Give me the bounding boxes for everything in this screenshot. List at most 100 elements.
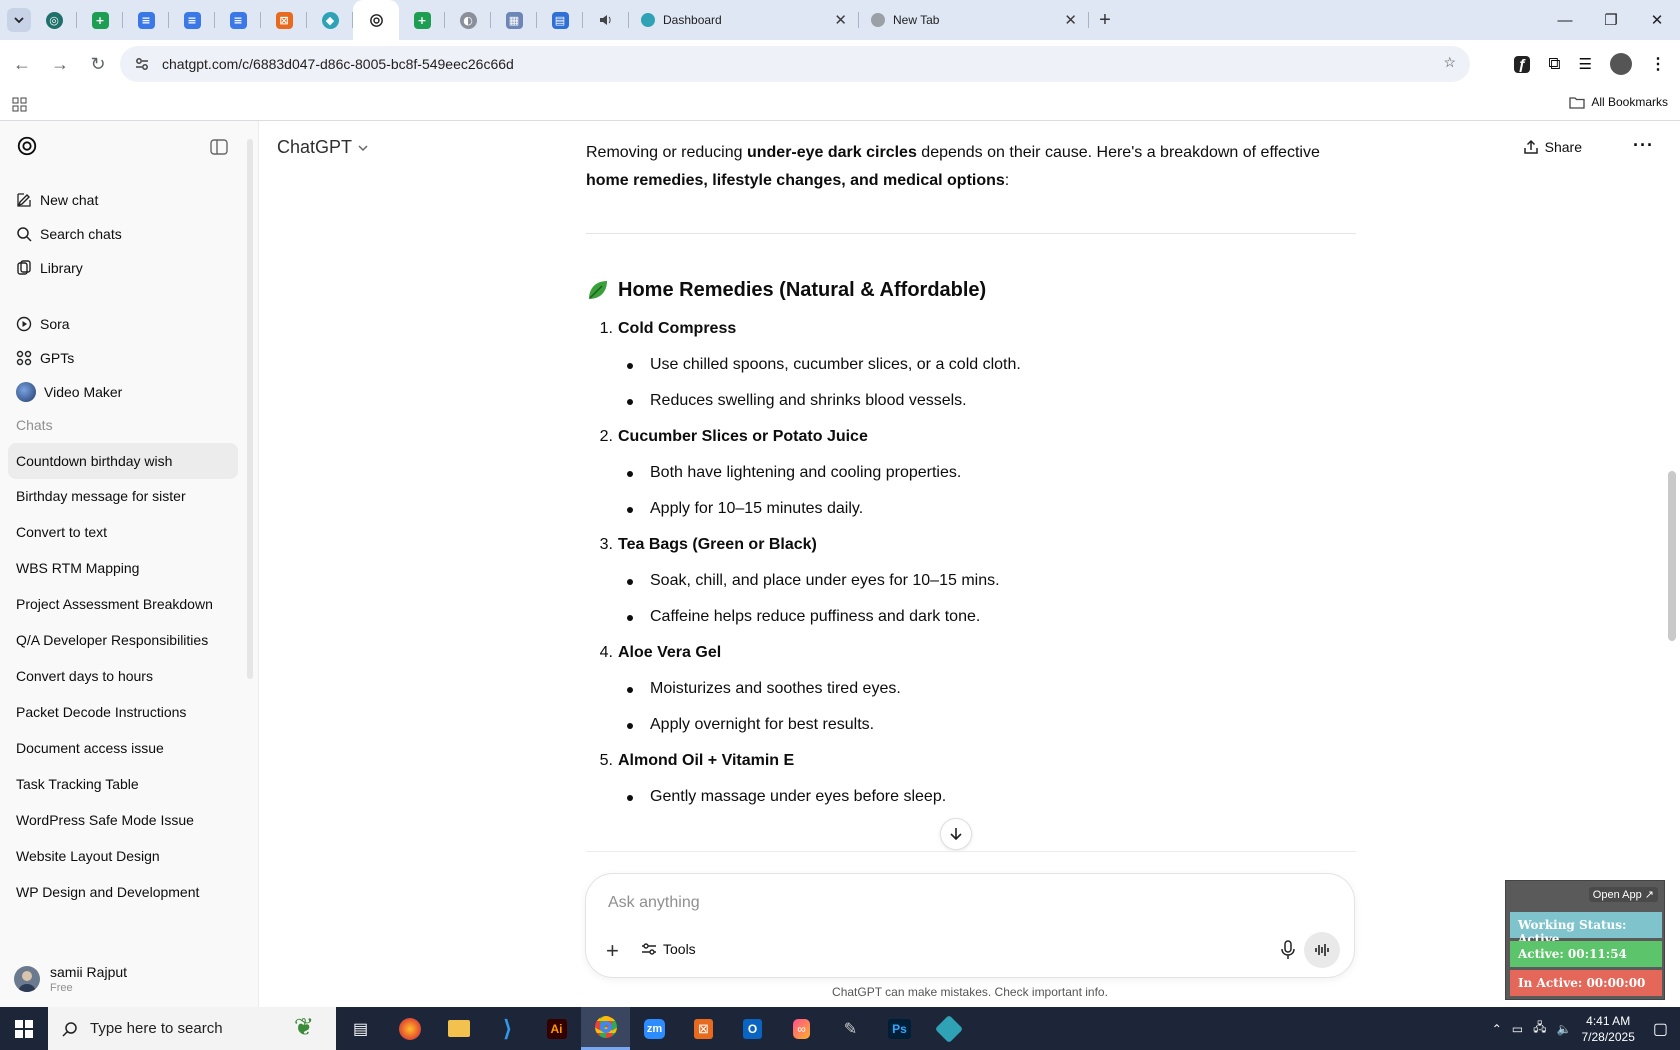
taskbar-file-explorer[interactable] (434, 1007, 483, 1050)
task-view-button[interactable]: ▤ (336, 1007, 385, 1050)
open-app-button[interactable]: Open App ↗ (1588, 887, 1658, 902)
taskbar-pen-tool[interactable]: ✎ (826, 1007, 875, 1050)
chrome-icon (594, 1016, 617, 1038)
taskbar-dashboard-app[interactable] (924, 1007, 973, 1050)
pinned-tab-grid[interactable]: ▦ (491, 0, 537, 40)
pinned-tab-sheets[interactable]: + (77, 0, 123, 40)
back-button[interactable]: ← (6, 48, 38, 80)
taskbar-firefox[interactable] (385, 1007, 434, 1050)
chat-item[interactable]: WP Design and Development (8, 874, 238, 910)
forward-button[interactable]: → (44, 48, 76, 80)
menu-icon[interactable]: ⋮ (1650, 54, 1666, 74)
illustrator-icon: Ai (546, 1018, 567, 1039)
font-extension-icon[interactable]: ƒ (1514, 55, 1531, 73)
display-icon[interactable]: ▭ (1512, 1022, 1523, 1036)
notifications-icon[interactable]: ▢ (1653, 1019, 1668, 1039)
chat-item[interactable]: Convert to text (8, 514, 238, 550)
all-bookmarks-button[interactable]: All Bookmarks (1569, 95, 1668, 109)
pinned-tab-app[interactable]: ⊠ (261, 0, 307, 40)
pinned-tab-docs-1[interactable]: ≡ (123, 0, 169, 40)
sidebar-item-video-maker[interactable]: Video Maker (8, 375, 238, 409)
chat-item[interactable]: Document access issue (8, 730, 238, 766)
tools-button[interactable]: Tools (641, 941, 696, 957)
system-tray: ⌃ ▭ 🖧 🔈 4:41 AM 7/28/2025 ▢ (1492, 1007, 1680, 1050)
clock[interactable]: 4:41 AM 7/28/2025 (1581, 1013, 1634, 1045)
chevron-up-icon[interactable]: ⌃ (1492, 1022, 1502, 1036)
bookmark-star-icon[interactable]: ☆ (1443, 54, 1456, 71)
grid-app-icon: ▦ (505, 11, 523, 29)
sidebar-item-sora[interactable]: Sora (8, 307, 238, 341)
pinned-tab-vpn[interactable]: ◎ (31, 0, 77, 40)
chat-item[interactable]: WordPress Safe Mode Issue (8, 802, 238, 838)
waveform-icon (1315, 944, 1329, 956)
chat-item[interactable]: Q/A Developer Responsibilities (8, 622, 238, 658)
chat-item[interactable]: Task Tracking Table (8, 766, 238, 802)
pinned-tab-audio[interactable] (583, 0, 629, 40)
pinned-tab-forms[interactable]: ▤ (537, 0, 583, 40)
taskbar-zoom[interactable]: zm (630, 1007, 679, 1050)
taskbar-outlook[interactable]: O (728, 1007, 777, 1050)
main-scrollbar[interactable] (1668, 471, 1676, 641)
voice-mode-button[interactable] (1304, 932, 1340, 968)
new-tab-button[interactable]: + (1089, 9, 1121, 32)
chat-item[interactable]: Packet Decode Instructions (8, 694, 238, 730)
windows-icon (15, 1019, 33, 1038)
network-icon[interactable]: 🖧 (1533, 1018, 1546, 1039)
close-icon[interactable]: ✕ (834, 11, 847, 29)
tab-dashboard[interactable]: Dashboard ✕ (629, 0, 859, 40)
chat-item[interactable]: Countdown birthday wish (8, 443, 238, 479)
site-settings-icon (136, 58, 148, 70)
close-window-button[interactable]: ✕ (1634, 0, 1680, 40)
clock-date: 7/28/2025 (1581, 1029, 1635, 1044)
sidebar-scrollbar[interactable] (247, 139, 253, 679)
pinned-tab-globe[interactable]: ◐ (445, 0, 491, 40)
sidebar-toggle-icon[interactable] (210, 139, 228, 155)
tab-search-button[interactable] (7, 8, 31, 32)
openai-logo-icon[interactable] (16, 135, 38, 157)
search-icon (17, 227, 32, 242)
reload-button[interactable]: ↻ (82, 48, 114, 80)
prompt-input[interactable]: Ask anything (608, 894, 700, 912)
pinned-tab-dashboard[interactable]: ◆ (307, 0, 353, 40)
sidebar-item-search-chats[interactable]: Search chats (8, 217, 238, 251)
chat-item[interactable]: Website Layout Design (8, 838, 238, 874)
taskbar-chrome[interactable] (581, 1007, 630, 1050)
taskbar-search[interactable]: Type here to search ❦ (48, 1007, 336, 1050)
attach-button[interactable]: + (606, 938, 619, 964)
chat-item[interactable]: WBS RTM Mapping (8, 550, 238, 586)
share-button[interactable]: Share (1523, 139, 1582, 155)
media-control-icon[interactable]: ☰ (1579, 55, 1592, 73)
taskbar-box-app[interactable]: ⊠ (679, 1007, 728, 1050)
pinned-tab-docs-2[interactable]: ≡ (169, 0, 215, 40)
pinned-tab-chatgpt[interactable] (353, 0, 399, 40)
profile-avatar[interactable] (1610, 53, 1632, 75)
scroll-to-bottom-button[interactable] (940, 818, 972, 850)
restore-button[interactable]: ❐ (1588, 0, 1634, 40)
taskbar-vscode[interactable]: ⟩ (483, 1007, 532, 1050)
chat-item[interactable]: Birthday message for sister (8, 478, 238, 514)
taskbar-illustrator[interactable]: Ai (532, 1007, 581, 1050)
close-icon[interactable]: ✕ (1064, 11, 1077, 29)
pinned-tab-docs-3[interactable]: ≡ (215, 0, 261, 40)
sidebar-item-new-chat[interactable]: New chat (8, 183, 238, 217)
taskbar-creative-cloud[interactable]: ∞ (777, 1007, 826, 1050)
apps-grid-icon[interactable] (12, 97, 27, 112)
box-app-icon: ⊠ (275, 11, 293, 29)
tab-new-tab[interactable]: New Tab ✕ (859, 0, 1089, 40)
volume-icon[interactable]: 🔈 (1557, 1022, 1572, 1036)
microphone-icon[interactable] (1280, 940, 1296, 960)
more-options-button[interactable]: ··· (1633, 135, 1654, 156)
extensions-icon[interactable]: ⧉ (1548, 54, 1560, 74)
taskbar-photoshop[interactable]: Ps (875, 1007, 924, 1050)
user-profile[interactable]: samii Rajput Free (0, 951, 258, 1007)
chat-item[interactable]: Project Assessment Breakdown (8, 586, 238, 622)
address-bar[interactable]: chatgpt.com/c/6883d047-d86c-8005-bc8f-54… (120, 46, 1470, 82)
model-selector[interactable]: ChatGPT (277, 137, 368, 158)
firefox-icon (398, 1017, 421, 1040)
chat-item[interactable]: Convert days to hours (8, 658, 238, 694)
sidebar-item-gpts[interactable]: GPTs (8, 341, 238, 375)
sidebar-item-library[interactable]: Library (8, 251, 238, 285)
pinned-tab-sheets-2[interactable]: + (399, 0, 445, 40)
start-button[interactable] (0, 1007, 48, 1050)
minimize-button[interactable]: — (1542, 0, 1588, 40)
